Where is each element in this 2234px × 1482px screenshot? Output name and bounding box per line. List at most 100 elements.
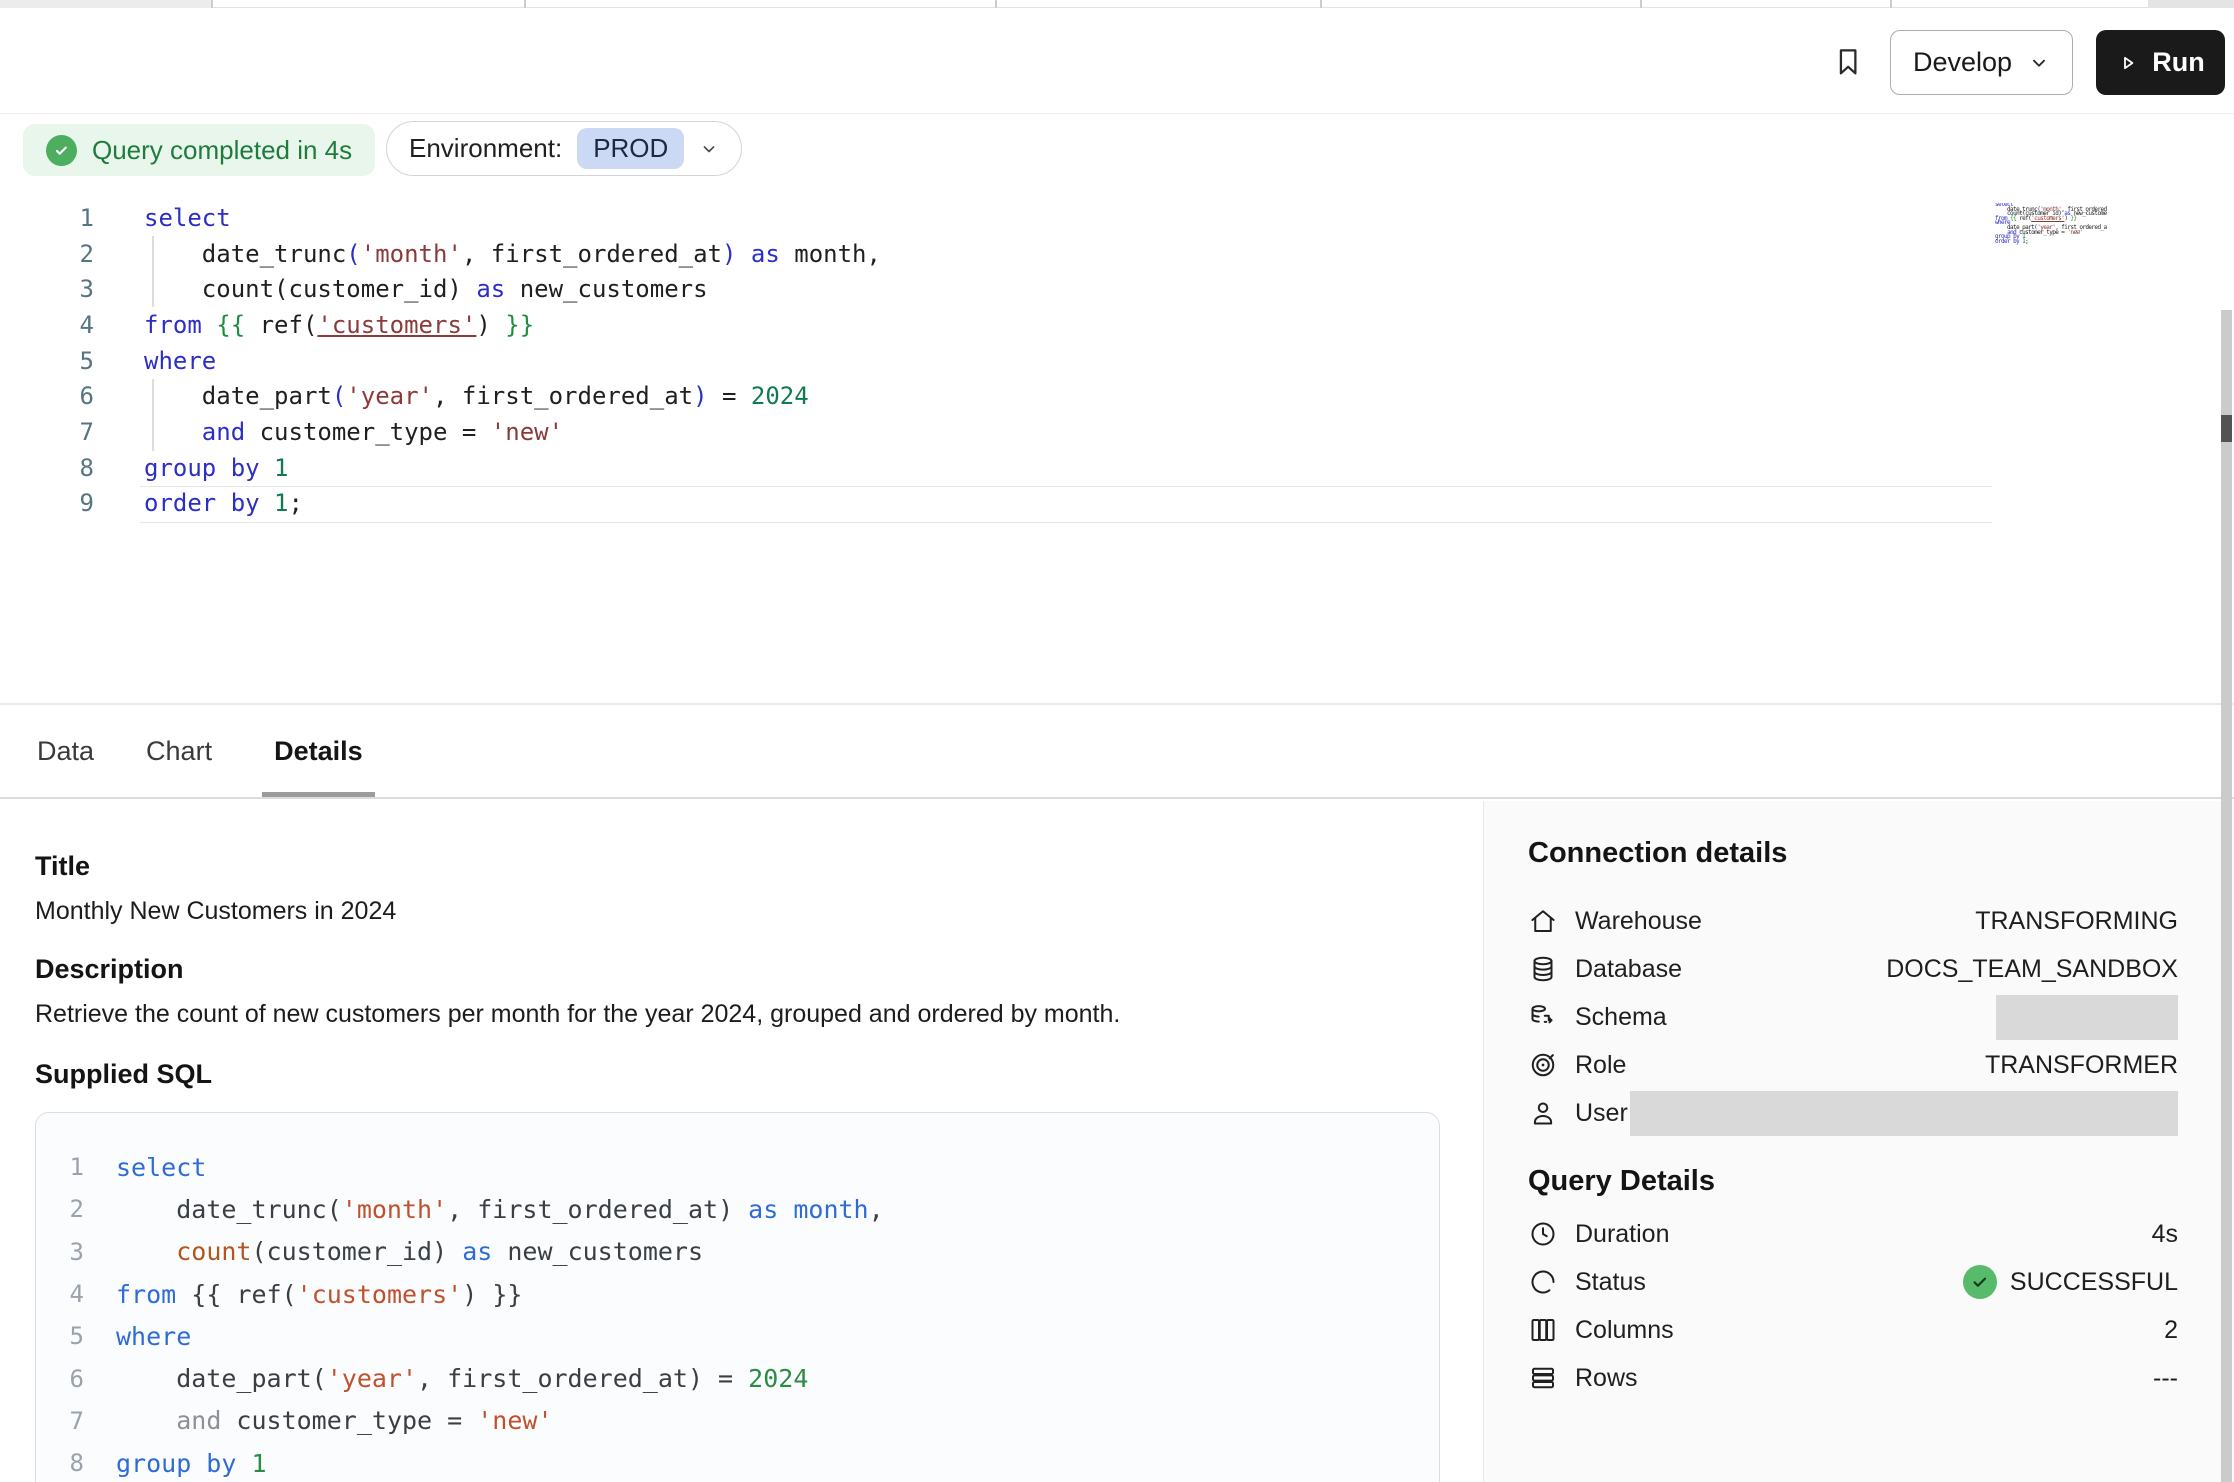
environment-value-badge: PROD [577, 128, 684, 169]
query-detail-row: Status SUCCESSFUL [1528, 1258, 2178, 1306]
editor-minimap[interactable]: select date_trunc('month', first_ordered… [1995, 203, 2107, 251]
row-label: Schema [1575, 1003, 1667, 1032]
chevron-down-icon [699, 139, 719, 159]
line-number: 6 [36, 1365, 84, 1393]
status-badge: SUCCESSFUL [1963, 1265, 2178, 1299]
develop-button[interactable]: Develop [1890, 30, 2073, 95]
line-number: 3 [36, 1238, 84, 1266]
code-line: 4from {{ ref('customers') }} [36, 1273, 1439, 1315]
develop-button-label: Develop [1913, 47, 2012, 78]
panel-splitter[interactable] [0, 703, 2234, 705]
minimap-line: order by 1; [1995, 240, 2107, 245]
environment-dropdown[interactable]: Environment: PROD [386, 121, 742, 176]
database-icon [1528, 954, 1558, 984]
tab-strip-divider [1890, 0, 1892, 8]
page-scrollbar-track[interactable] [2221, 310, 2232, 1482]
success-check-icon [1963, 1265, 1997, 1299]
row-label: Database [1575, 955, 1682, 984]
rows-icon [1528, 1363, 1558, 1393]
row-label: Columns [1575, 1316, 1674, 1345]
house-icon [1528, 906, 1558, 936]
loading-icon [1528, 1267, 1558, 1297]
target-icon [1528, 1050, 1558, 1080]
row-label: Warehouse [1575, 907, 1702, 936]
row-value: TRANSFORMING [1975, 907, 2178, 936]
code-line: 6 date_part('year', first_ordered_at) = … [0, 378, 881, 414]
query-detail-row: Rows --- [1528, 1354, 2178, 1402]
title-value: Monthly New Customers in 2024 [35, 897, 396, 926]
header-bar: Develop Run [0, 8, 2234, 114]
row-value: --- [2153, 1364, 2178, 1393]
line-number: 7 [0, 418, 94, 446]
chevron-down-icon [2028, 52, 2050, 74]
bookmark-icon [1831, 39, 1865, 85]
user-icon [1528, 1098, 1558, 1128]
bookmark-button[interactable] [1829, 36, 1867, 88]
connection-row: RoleTRANSFORMER [1528, 1041, 2178, 1089]
connection-details-heading: Connection details [1528, 837, 1787, 870]
browser-tab-strip [0, 0, 2234, 8]
code-line: 5where [36, 1315, 1439, 1357]
query-detail-row: Duration 4s [1528, 1210, 2178, 1258]
query-details-heading: Query Details [1528, 1165, 1715, 1198]
code-line: 3 count(customer_id) as new_customers [0, 271, 881, 307]
row-label: Duration [1575, 1220, 1670, 1249]
line-number: 2 [0, 240, 94, 268]
supplied-sql-code: 1select2 date_trunc('month', first_order… [36, 1146, 1439, 1482]
code-line: 2 date_trunc('month', first_ordered_at) … [0, 236, 881, 272]
page-scrollbar-thumb[interactable] [2221, 415, 2232, 442]
schema-icon [1528, 1002, 1558, 1032]
query-status-text: Query completed in 4s [92, 135, 352, 166]
line-number: 3 [0, 275, 94, 303]
code-line: 3 count(customer_id) as new_customers [36, 1231, 1439, 1273]
run-button[interactable]: Run [2096, 30, 2225, 95]
code-line: 8group by 1 [0, 450, 881, 486]
query-detail-row: Columns 2 [1528, 1306, 2178, 1354]
tab-strip-divider [1320, 0, 1322, 8]
code-line: 6 date_part('year', first_ordered_at) = … [36, 1357, 1439, 1399]
supplied-sql-block: 1select2 date_trunc('month', first_order… [35, 1112, 1440, 1482]
tab-strip-divider [995, 0, 997, 8]
details-side-panel: Connection details Warehouse TRANSFORMING… [1483, 801, 2234, 1482]
app-window: Develop Run Query completed in 4s Enviro… [0, 0, 2234, 1482]
code-line: 9order by 1; [0, 486, 881, 522]
redacted-value [1996, 995, 2178, 1040]
code-line: 7 and customer_type = 'new' [36, 1400, 1439, 1442]
row-value: 4s [2152, 1220, 2178, 1249]
row-value: 2 [2164, 1316, 2178, 1345]
connection-row: Warehouse TRANSFORMING [1528, 897, 2178, 945]
sql-editor[interactable]: 1select2 date_trunc('month', first_order… [0, 176, 2234, 704]
line-number: 4 [0, 311, 94, 339]
columns-icon [1528, 1315, 1558, 1345]
line-number: 9 [0, 489, 94, 517]
line-number: 1 [36, 1153, 84, 1181]
success-check-icon [46, 135, 77, 166]
line-number: 6 [0, 382, 94, 410]
connection-row: Database DOCS_TEAM_SANDBOX [1528, 945, 2178, 993]
line-number: 8 [36, 1449, 84, 1477]
row-value: DOCS_TEAM_SANDBOX [1886, 955, 2178, 984]
row-label: Rows [1575, 1364, 1638, 1393]
connection-rows: Warehouse TRANSFORMING Database DOCS_TEAM_S… [1528, 897, 2178, 1137]
supplied-sql-heading: Supplied SQL [35, 1059, 212, 1090]
tab-chart[interactable]: Chart [144, 706, 214, 797]
tab-data[interactable]: Data [35, 706, 96, 797]
line-number: 5 [36, 1322, 84, 1350]
tab-details[interactable]: Details [262, 706, 375, 797]
line-number: 4 [36, 1280, 84, 1308]
tab-strip-segment [2148, 0, 2234, 8]
row-label: Status [1575, 1268, 1646, 1297]
code-line: 8group by 1 [36, 1442, 1439, 1482]
row-label: User [1575, 1099, 1628, 1128]
description-value: Retrieve the count of new customers per … [35, 1000, 1120, 1029]
code-line: 5where [0, 343, 881, 379]
tab-strip-segment [0, 0, 211, 8]
tab-strip-divider [211, 0, 213, 8]
connection-row: Schema [1528, 993, 2178, 1041]
editor-code: 1select2 date_trunc('month', first_order… [0, 200, 881, 521]
run-button-label: Run [2152, 47, 2204, 78]
code-line: 2 date_trunc('month', first_ordered_at) … [36, 1188, 1439, 1230]
description-heading: Description [35, 954, 184, 985]
title-heading: Title [35, 851, 90, 882]
row-value: TRANSFORMER [1985, 1051, 2178, 1080]
